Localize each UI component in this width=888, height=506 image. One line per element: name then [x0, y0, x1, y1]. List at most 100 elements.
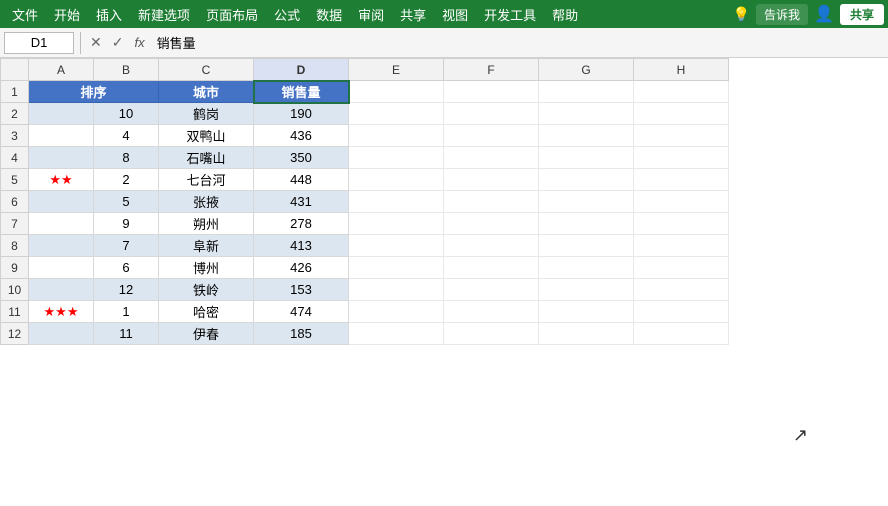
col-header-f[interactable]: F [444, 59, 539, 81]
cell-b4[interactable]: 8 [94, 147, 159, 169]
cell-c2[interactable]: 鹤岗 [159, 103, 254, 125]
cell-b5[interactable]: 2 [94, 169, 159, 191]
cell-b3[interactable]: 4 [94, 125, 159, 147]
menu-data[interactable]: 数据 [308, 2, 350, 27]
cell-e7[interactable] [349, 213, 444, 235]
cell-h2[interactable] [634, 103, 729, 125]
cell-d4[interactable]: 350 [254, 147, 349, 169]
lightbulb-icon[interactable]: 💡 [733, 6, 750, 23]
menu-file[interactable]: 文件 [4, 2, 46, 27]
cell-h9[interactable] [634, 257, 729, 279]
col-header-a[interactable]: A [29, 59, 94, 81]
cell-g9[interactable] [539, 257, 634, 279]
menu-share[interactable]: 共享 [392, 2, 434, 27]
cell-g5[interactable] [539, 169, 634, 191]
row-header-5[interactable]: 5 [1, 169, 29, 191]
cell-f9[interactable] [444, 257, 539, 279]
cell-g11[interactable] [539, 301, 634, 323]
cell-f12[interactable] [444, 323, 539, 345]
cell-d2[interactable]: 190 [254, 103, 349, 125]
menu-help[interactable]: 帮助 [544, 2, 586, 27]
cell-f2[interactable] [444, 103, 539, 125]
cell-a3[interactable] [29, 125, 94, 147]
cell-b12[interactable]: 11 [94, 323, 159, 345]
cell-c1[interactable]: 城市 [159, 81, 254, 103]
cancel-icon[interactable]: ✕ [87, 33, 105, 52]
cell-h10[interactable] [634, 279, 729, 301]
cell-c10[interactable]: 铁岭 [159, 279, 254, 301]
col-header-e[interactable]: E [349, 59, 444, 81]
share-button[interactable]: 共享 [840, 4, 884, 25]
menu-insert[interactable]: 插入 [88, 2, 130, 27]
cell-e6[interactable] [349, 191, 444, 213]
cell-g10[interactable] [539, 279, 634, 301]
cell-b10[interactable]: 12 [94, 279, 159, 301]
cell-h3[interactable] [634, 125, 729, 147]
menu-developer[interactable]: 开发工具 [476, 2, 544, 27]
cell-a11[interactable]: ★★★ [29, 301, 94, 323]
tell-me-box[interactable]: 告诉我 [756, 4, 808, 25]
cell-c3[interactable]: 双鸭山 [159, 125, 254, 147]
cell-d5[interactable]: 448 [254, 169, 349, 191]
menu-page-layout[interactable]: 页面布局 [198, 2, 266, 27]
cell-g12[interactable] [539, 323, 634, 345]
fx-icon[interactable]: fx [134, 35, 144, 50]
cell-b2[interactable]: 10 [94, 103, 159, 125]
cell-g6[interactable] [539, 191, 634, 213]
formula-input[interactable] [153, 35, 884, 50]
cell-h4[interactable] [634, 147, 729, 169]
row-header-1[interactable]: 1 [1, 81, 29, 103]
cell-e12[interactable] [349, 323, 444, 345]
cell-a7[interactable] [29, 213, 94, 235]
cell-g7[interactable] [539, 213, 634, 235]
cell-f11[interactable] [444, 301, 539, 323]
cell-e5[interactable] [349, 169, 444, 191]
user-icon[interactable]: 👤 [814, 4, 834, 24]
cell-a4[interactable] [29, 147, 94, 169]
cell-g3[interactable] [539, 125, 634, 147]
col-header-d[interactable]: D [254, 59, 349, 81]
cell-e3[interactable] [349, 125, 444, 147]
row-header-2[interactable]: 2 [1, 103, 29, 125]
cell-d8[interactable]: 413 [254, 235, 349, 257]
cell-h8[interactable] [634, 235, 729, 257]
cell-c7[interactable]: 朔州 [159, 213, 254, 235]
cell-d6[interactable]: 431 [254, 191, 349, 213]
cell-d7[interactable]: 278 [254, 213, 349, 235]
cell-e4[interactable] [349, 147, 444, 169]
cell-f1[interactable] [444, 81, 539, 103]
cell-f3[interactable] [444, 125, 539, 147]
cell-b9[interactable]: 6 [94, 257, 159, 279]
row-header-10[interactable]: 10 [1, 279, 29, 301]
col-header-h[interactable]: H [634, 59, 729, 81]
cell-f8[interactable] [444, 235, 539, 257]
cell-a10[interactable] [29, 279, 94, 301]
cell-a1[interactable]: 排序 [29, 81, 159, 103]
row-header-3[interactable]: 3 [1, 125, 29, 147]
cell-d3[interactable]: 436 [254, 125, 349, 147]
cell-c6[interactable]: 张掖 [159, 191, 254, 213]
cell-a8[interactable] [29, 235, 94, 257]
menu-home[interactable]: 开始 [46, 2, 88, 27]
cell-a12[interactable] [29, 323, 94, 345]
menu-formula[interactable]: 公式 [266, 2, 308, 27]
row-header-7[interactable]: 7 [1, 213, 29, 235]
cell-e11[interactable] [349, 301, 444, 323]
menu-new-select[interactable]: 新建选项 [130, 2, 198, 27]
cell-e2[interactable] [349, 103, 444, 125]
cell-g1[interactable] [539, 81, 634, 103]
cell-c5[interactable]: 七台河 [159, 169, 254, 191]
cell-d11[interactable]: 474 [254, 301, 349, 323]
row-header-8[interactable]: 8 [1, 235, 29, 257]
row-header-4[interactable]: 4 [1, 147, 29, 169]
cell-e8[interactable] [349, 235, 444, 257]
cell-e10[interactable] [349, 279, 444, 301]
cell-d10[interactable]: 153 [254, 279, 349, 301]
col-header-c[interactable]: C [159, 59, 254, 81]
cell-b6[interactable]: 5 [94, 191, 159, 213]
cell-e9[interactable] [349, 257, 444, 279]
cell-h5[interactable] [634, 169, 729, 191]
cell-c11[interactable]: 哈密 [159, 301, 254, 323]
cell-f5[interactable] [444, 169, 539, 191]
cell-g4[interactable] [539, 147, 634, 169]
